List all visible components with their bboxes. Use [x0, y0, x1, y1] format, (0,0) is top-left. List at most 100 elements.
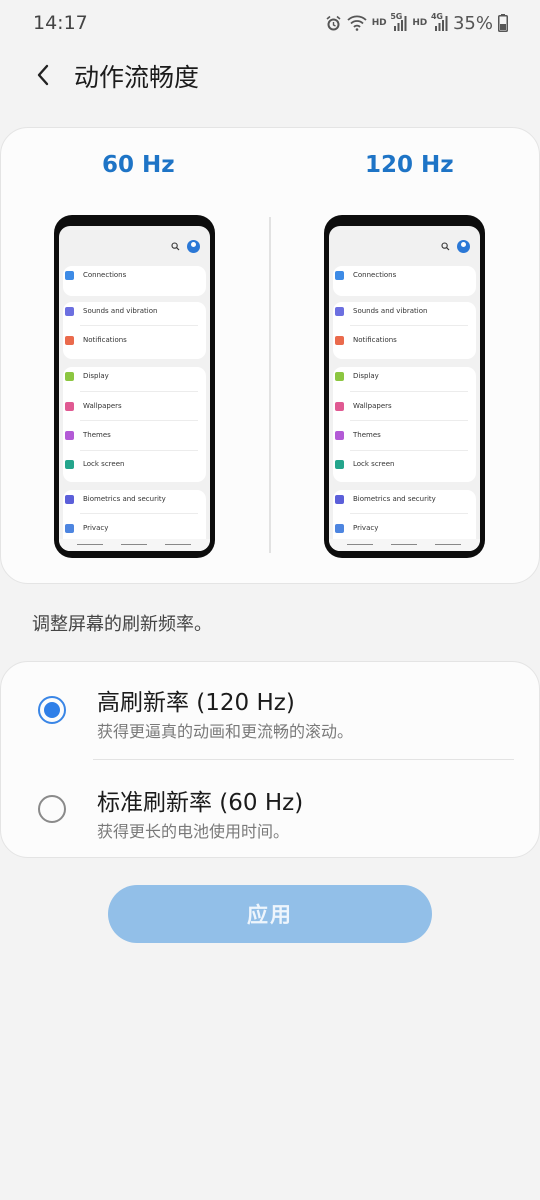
apply-button-label: 应用 [247, 903, 293, 927]
settings-item: Notifications [335, 330, 469, 350]
5g-signal-icon: 5G [390, 12, 407, 32]
option-standard-refresh[interactable]: 标准刷新率 (60 Hz) 获得更长的电池使用时间。 [0, 762, 540, 858]
settings-item: Lock screen [65, 454, 199, 474]
search-icon [171, 242, 180, 251]
settings-item: Wallpapers [65, 396, 199, 416]
settings-item: Lock screen [335, 454, 469, 474]
privacy-icon [335, 523, 344, 533]
status-time: 14:17 [33, 12, 88, 34]
back-button[interactable] [26, 58, 60, 92]
separator [350, 420, 468, 421]
bell-icon [335, 335, 344, 345]
phone-preview-120hz: Connections Sounds and vibration Notificat… [324, 215, 485, 558]
nav-button [435, 544, 461, 545]
settings-item: Privacy [335, 518, 469, 538]
radio-button-unselected[interactable] [38, 795, 66, 823]
avatar-icon [187, 240, 200, 253]
screen-nav-bar [59, 539, 210, 551]
search-icon [441, 242, 450, 251]
settings-item-label: Connections [83, 271, 127, 279]
settings-item: Sounds and vibration [65, 301, 199, 321]
settings-item: Privacy [65, 518, 199, 538]
separator [80, 513, 198, 514]
preview-divider [269, 217, 271, 553]
settings-item-label: Notifications [83, 336, 127, 344]
settings-item-label: Wallpapers [353, 402, 392, 410]
settings-item-label: Sounds and vibration [83, 307, 158, 315]
separator [350, 450, 468, 451]
chevron-left-icon [37, 64, 49, 86]
settings-item: Connections [335, 265, 469, 285]
separator [80, 420, 198, 421]
settings-item: Sounds and vibration [335, 301, 469, 321]
wifi-icon [335, 270, 344, 280]
settings-item-label: Biometrics and security [353, 495, 436, 503]
settings-item: Connections [65, 265, 199, 285]
settings-item-label: Themes [353, 431, 381, 439]
settings-item-label: Connections [353, 271, 397, 279]
settings-item: Display [65, 366, 199, 386]
status-bar: 14:17 HD 5G HD 4G 35% [0, 0, 540, 46]
option-subtitle: 获得更逼真的动画和更流畅的滚动。 [97, 722, 354, 741]
battery-icon [498, 14, 508, 32]
option-subtitle: 获得更长的电池使用时间。 [97, 822, 290, 841]
settings-item: Biometrics and security [335, 489, 469, 509]
settings-item: Notifications [65, 330, 199, 350]
apply-button[interactable]: 应用 [108, 885, 432, 943]
option-title: 高刷新率 (120 Hz) [97, 690, 295, 716]
brush-icon [335, 430, 344, 440]
settings-item-label: Privacy [83, 524, 109, 532]
settings-item-label: Notifications [353, 336, 397, 344]
description-text: 调整屏幕的刷新频率。 [32, 614, 212, 635]
bell-icon [65, 335, 74, 345]
hd-icon-2: HD [412, 18, 427, 28]
4g-signal-icon: 4G [431, 12, 448, 32]
wifi-icon [347, 15, 367, 31]
page-title: 动作流畅度 [74, 63, 200, 92]
radio-button-selected[interactable] [38, 696, 66, 724]
brush-icon [65, 430, 74, 440]
nav-button [347, 544, 373, 545]
settings-item-label: Display [83, 372, 109, 380]
app-bar: 动作流畅度 [0, 46, 540, 104]
screen-toolbar [329, 226, 480, 266]
phone-screen: Connections Sounds and vibration Notificat… [329, 226, 480, 551]
shield-icon [335, 494, 344, 504]
settings-item: Wallpapers [335, 396, 469, 416]
separator [350, 325, 468, 326]
settings-item: Biometrics and security [65, 489, 199, 509]
phone-preview-60hz: Connections Sounds and vibration Notificat… [54, 215, 215, 558]
settings-item: Display [335, 366, 469, 386]
volume-icon [65, 306, 74, 316]
avatar-icon [457, 240, 470, 253]
settings-item-label: Themes [83, 431, 111, 439]
volume-icon [335, 306, 344, 316]
privacy-icon [65, 523, 74, 533]
hd-icon: HD [371, 18, 387, 28]
settings-item-label: Biometrics and security [83, 495, 166, 503]
shield-icon [65, 494, 74, 504]
phone-screen: Connections Sounds and vibration Notificat… [59, 226, 210, 551]
settings-item: Themes [65, 425, 199, 445]
image-icon [335, 401, 344, 411]
status-icons: HD 5G HD 4G 35% [325, 11, 508, 35]
preview-label-60hz: 60 Hz [102, 152, 175, 178]
separator [80, 450, 198, 451]
option-title: 标准刷新率 (60 Hz) [97, 790, 304, 816]
settings-item: Themes [335, 425, 469, 445]
separator [80, 325, 198, 326]
option-divider [93, 759, 514, 760]
settings-item-label: Privacy [353, 524, 379, 532]
separator [80, 391, 198, 392]
screen-toolbar [59, 226, 210, 266]
settings-item-label: Sounds and vibration [353, 307, 428, 315]
battery-percent: 35% [452, 12, 493, 34]
separator [350, 391, 468, 392]
settings-item-label: Wallpapers [83, 402, 122, 410]
settings-item-label: Lock screen [83, 460, 125, 468]
screen-nav-bar [329, 539, 480, 551]
option-high-refresh[interactable]: 高刷新率 (120 Hz) 获得更逼真的动画和更流畅的滚动。 [0, 662, 540, 758]
sun-icon [65, 371, 74, 381]
lock-icon [335, 459, 344, 469]
separator [350, 513, 468, 514]
